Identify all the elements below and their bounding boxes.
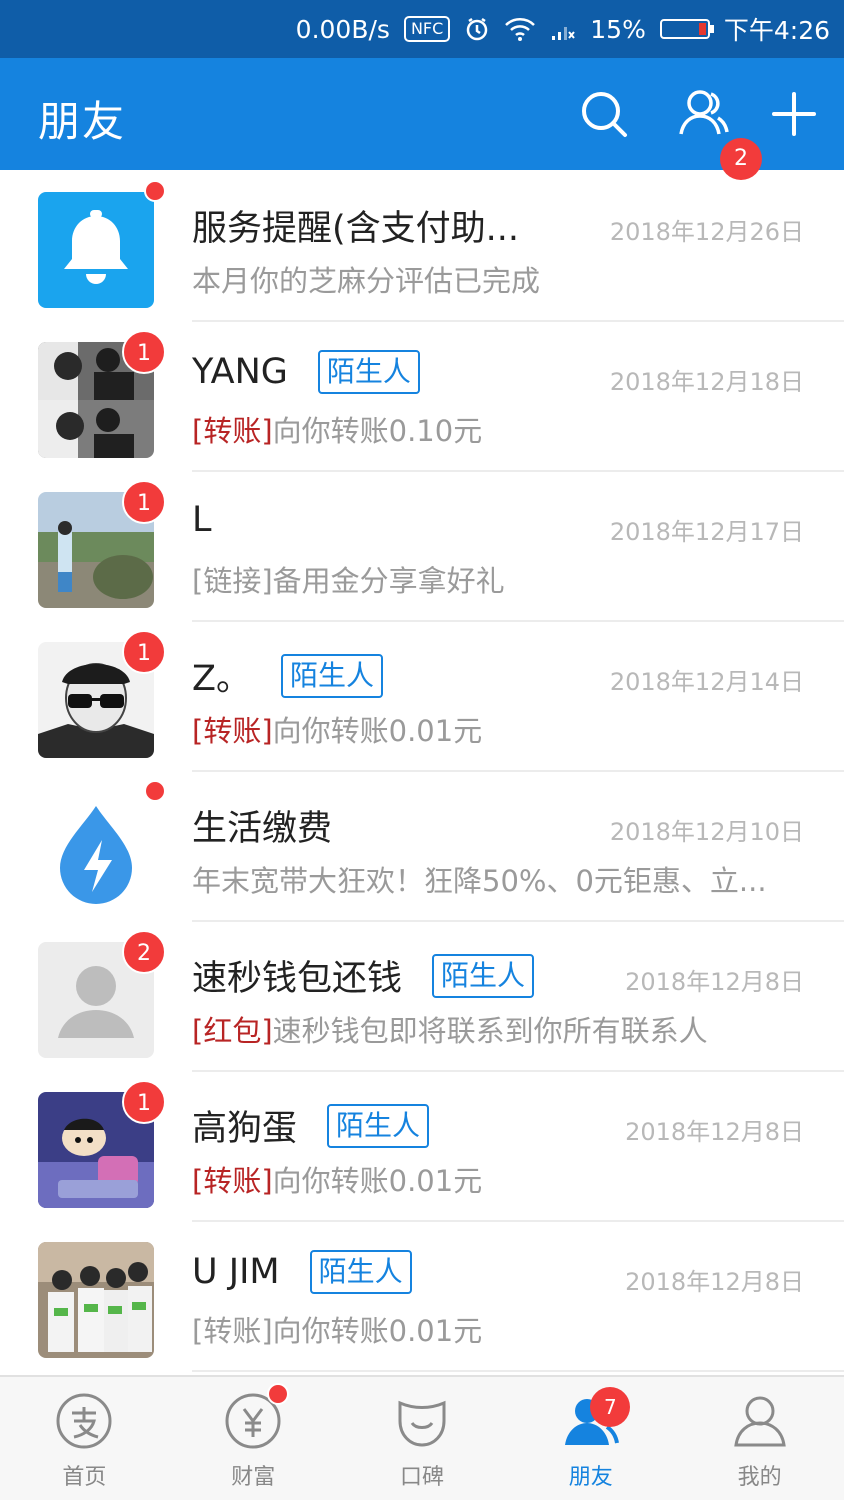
contact-name: 高狗蛋 <box>192 1109 298 1149</box>
profile-icon <box>733 1396 786 1447</box>
message-preview: [红包]速秒钱包即将联系到你所有联系人 <box>192 1008 708 1050</box>
bell-icon <box>64 210 128 284</box>
unread-dot <box>144 180 166 202</box>
clock: 下午4:26 <box>723 16 830 45</box>
message-date: 2018年12月14日 <box>609 668 804 696</box>
bottom-nav: 首页 财富 口碑 朋友 7 我的 <box>0 1375 844 1500</box>
message-date: 2018年12月8日 <box>625 968 804 996</box>
search-icon <box>582 92 627 137</box>
tab-koubei[interactable]: 口碑 <box>338 1377 507 1500</box>
message-kind: [转账] <box>192 1164 273 1198</box>
tab-wealth[interactable]: 财富 <box>169 1377 338 1500</box>
conversation-row[interactable]: 1 Z。 陌生人 2018年12月14日 [转账]向你转账0.01元 <box>0 622 844 772</box>
friends-unread-badge: 7 <box>590 1387 631 1427</box>
message-date: 2018年12月10日 <box>609 818 804 846</box>
conversation-row[interactable]: 1 YANG 陌生人 2018年12月18日 [转账]向你转账0.10元 <box>0 322 844 472</box>
message-preview: [转账]向你转账0.01元 <box>192 1158 482 1200</box>
message-kind: [转账] <box>192 714 273 748</box>
battery-percent: 15% <box>590 14 646 44</box>
plus-icon <box>772 92 816 136</box>
tab-mine[interactable]: 我的 <box>675 1377 844 1500</box>
stranger-tag: 陌生人 <box>309 1250 412 1294</box>
unread-count-badge: 2 <box>122 930 166 974</box>
tab-label: 我的 <box>737 1465 782 1490</box>
stranger-tag: 陌生人 <box>317 350 420 394</box>
contact-name: Z。 <box>192 659 251 699</box>
wealth-unread-dot <box>266 1383 289 1405</box>
cell-signal-icon <box>550 16 576 42</box>
message-text: [链接]备用金分享拿好礼 <box>192 564 505 598</box>
message-preview: [转账]向你转账0.01元 <box>192 708 482 750</box>
contact-avatar <box>38 1242 154 1358</box>
contact-name: 速秒钱包还钱 <box>192 959 403 999</box>
conversation-row[interactable]: U JIM 陌生人 2018年12月8日 [转账]向你转账0.01元 <box>0 1222 844 1372</box>
tab-friends[interactable]: 朋友 7 <box>506 1377 675 1500</box>
message-preview: [链接]备用金分享拿好礼 <box>192 558 505 600</box>
conversation-row[interactable]: 服务提醒(含支付助... 2018年12月26日 本月你的芝麻分评估已完成 <box>0 172 844 322</box>
unread-dot <box>144 780 166 802</box>
utility-payment-avatar <box>38 792 154 908</box>
contact-name: L <box>192 500 212 540</box>
nfc-icon: NFC <box>403 16 451 42</box>
conversation-row[interactable]: 1 高狗蛋 陌生人 2018年12月8日 [转账]向你转账0.01元 <box>0 1072 844 1222</box>
contacts-button[interactable] <box>676 86 732 142</box>
message-preview: 本月你的芝麻分评估已完成 <box>192 258 540 300</box>
unread-count-badge: 1 <box>122 330 166 374</box>
message-preview: [转账]向你转账0.01元 <box>192 1308 482 1350</box>
message-date: 2018年12月8日 <box>625 1118 804 1146</box>
conversation-list: 服务提醒(含支付助... 2018年12月26日 本月你的芝麻分评估已完成 1 … <box>0 172 844 1372</box>
unread-count-badge: 1 <box>122 1080 166 1124</box>
network-speed: 0.00B/s <box>295 14 390 44</box>
message-text: 年末宽带大狂欢！狂降50%、0元钜惠、立... <box>192 864 767 898</box>
tab-label: 口碑 <box>399 1465 444 1490</box>
app-header: 朋友 2 <box>0 58 844 180</box>
conversation-row[interactable]: 2 速秒钱包还钱 陌生人 2018年12月8日 [红包]速秒钱包即将联系到你所有… <box>0 922 844 1072</box>
message-text: 向你转账0.01元 <box>272 1164 483 1198</box>
message-kind: [转账] <box>192 1314 273 1348</box>
tab-label: 朋友 <box>568 1465 613 1490</box>
message-text: 本月你的芝麻分评估已完成 <box>192 264 541 298</box>
tab-home[interactable]: 首页 <box>0 1377 169 1500</box>
message-text: 向你转账0.01元 <box>272 714 483 748</box>
battery-icon <box>659 19 714 39</box>
unread-count-badge: 1 <box>122 630 166 674</box>
message-date: 2018年12月8日 <box>625 1268 804 1296</box>
stranger-tag: 陌生人 <box>327 1103 430 1148</box>
message-text: 向你转账0.10元 <box>272 414 483 448</box>
message-kind: [红包] <box>192 1014 273 1048</box>
alarm-icon <box>464 16 490 42</box>
koubei-icon <box>398 1400 446 1447</box>
message-preview: 年末宽带大狂欢！狂降50%、0元钜惠、立... <box>192 858 767 900</box>
contact-name: 生活缴费 <box>192 809 333 849</box>
add-button[interactable] <box>766 86 822 142</box>
tab-label: 首页 <box>62 1465 107 1490</box>
contact-name: 服务提醒(含支付助... <box>192 209 520 249</box>
stranger-tag: 陌生人 <box>280 653 383 698</box>
page-title: 朋友 <box>38 97 127 146</box>
message-preview: [转账]向你转账0.10元 <box>192 408 482 450</box>
status-bar: 0.00B/s NFC 15% 下午4:26 <box>0 0 844 58</box>
tab-label: 财富 <box>231 1465 276 1490</box>
contacts-icon <box>679 90 729 135</box>
wifi-icon <box>504 16 536 42</box>
message-date: 2018年12月17日 <box>609 518 804 546</box>
contact-name: YANG <box>192 352 288 392</box>
conversation-row[interactable]: 生活缴费 2018年12月10日 年末宽带大狂欢！狂降50%、0元钜惠、立... <box>0 772 844 922</box>
alipay-home-icon <box>56 1393 112 1449</box>
water-drop-icon <box>60 806 132 904</box>
service-reminder-avatar <box>38 192 154 308</box>
unread-count-badge: 1 <box>122 480 166 524</box>
message-date: 2018年12月26日 <box>609 218 804 246</box>
message-text: 速秒钱包即将联系到你所有联系人 <box>272 1014 708 1048</box>
message-kind: [转账] <box>192 414 273 448</box>
contact-name: U JIM <box>192 1252 280 1292</box>
message-text: 向你转账0.01元 <box>272 1314 483 1348</box>
search-button[interactable] <box>576 86 632 142</box>
message-date: 2018年12月18日 <box>609 368 804 396</box>
stranger-tag: 陌生人 <box>432 953 535 998</box>
conversation-row[interactable]: 1 L 2018年12月17日 [链接]备用金分享拿好礼 <box>0 472 844 622</box>
